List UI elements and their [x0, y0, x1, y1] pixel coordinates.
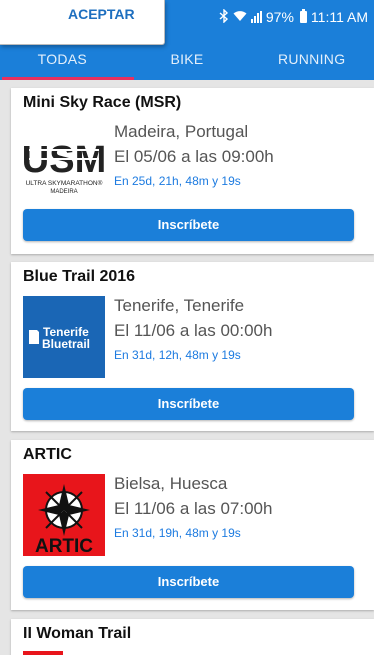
event-location: Bielsa, Huesca	[114, 474, 228, 493]
battery-icon	[299, 9, 307, 23]
event-countdown: En 31d, 12h, 48m y 19s	[114, 348, 241, 362]
event-card: Mini Sky Race (MSR) USM ULTRA SKYMARATHO…	[11, 88, 374, 254]
register-button[interactable]: Inscríbete	[23, 566, 354, 598]
tab-indicator	[2, 77, 134, 80]
event-countdown: En 31d, 19h, 48m y 19s	[114, 526, 241, 540]
bluetooth-icon	[219, 7, 229, 26]
clock: 11:11 AM	[310, 9, 368, 25]
svg-text:MADEIRA: MADEIRA	[50, 189, 77, 195]
event-date: El 11/06 a las 07:00h	[114, 499, 273, 518]
event-date: El 11/06 a las 00:00h	[114, 321, 273, 340]
event-info: Tenerife, Tenerife El 11/06 a las 00:00h…	[114, 293, 272, 362]
usm-logo: USM ULTRA SKYMARATHON® MADEIRA	[22, 122, 106, 204]
event-logo-partial	[23, 651, 63, 655]
event-card: II Woman Trail	[11, 619, 374, 655]
svg-text:ULTRA SKYMARATHON®: ULTRA SKYMARATHON®	[26, 179, 103, 187]
tab-todas[interactable]: TODAS	[0, 44, 125, 80]
event-title: ARTIC	[23, 446, 72, 463]
status-bar: 97% 11:11 AM	[219, 7, 368, 27]
event-card: ARTIC ARTIC Bielsa, Huesca El 11/06 a la…	[11, 440, 374, 610]
event-card: Blue Trail 2016 Tenerife Bluetrail Tener…	[11, 262, 374, 431]
tab-running[interactable]: RUNNING	[249, 44, 374, 80]
event-location: Tenerife, Tenerife	[114, 296, 245, 315]
event-location: Madeira, Portugal	[114, 122, 249, 141]
toast: ACEPTAR	[0, 0, 165, 45]
tab-bike[interactable]: BIKE	[125, 44, 250, 80]
event-date: El 05/06 a las 09:00h	[114, 147, 274, 166]
register-button[interactable]: Inscríbete	[23, 209, 354, 241]
event-countdown: En 25d, 21h, 48m y 19s	[114, 174, 241, 188]
accept-button[interactable]: ACEPTAR	[68, 6, 135, 22]
wifi-icon	[233, 9, 247, 25]
event-info: Bielsa, Huesca El 11/06 a las 07:00h En …	[114, 471, 272, 540]
event-title: II Woman Trail	[23, 625, 132, 642]
register-button[interactable]: Inscríbete	[23, 388, 354, 420]
svg-text:Bluetrail: Bluetrail	[42, 337, 90, 351]
event-title: Mini Sky Race (MSR)	[23, 94, 182, 111]
svg-text:ARTIC: ARTIC	[35, 536, 93, 556]
bluetrail-logo: Tenerife Bluetrail	[23, 296, 105, 378]
event-info: Madeira, Portugal El 05/06 a las 09:00h …	[114, 119, 274, 188]
signal-icon	[250, 11, 262, 23]
event-title: Blue Trail 2016	[23, 268, 136, 285]
battery-percent: 97%	[265, 9, 294, 25]
artic-logo: ARTIC	[23, 474, 105, 557]
tab-bar: TODAS BIKE RUNNING	[0, 44, 374, 80]
